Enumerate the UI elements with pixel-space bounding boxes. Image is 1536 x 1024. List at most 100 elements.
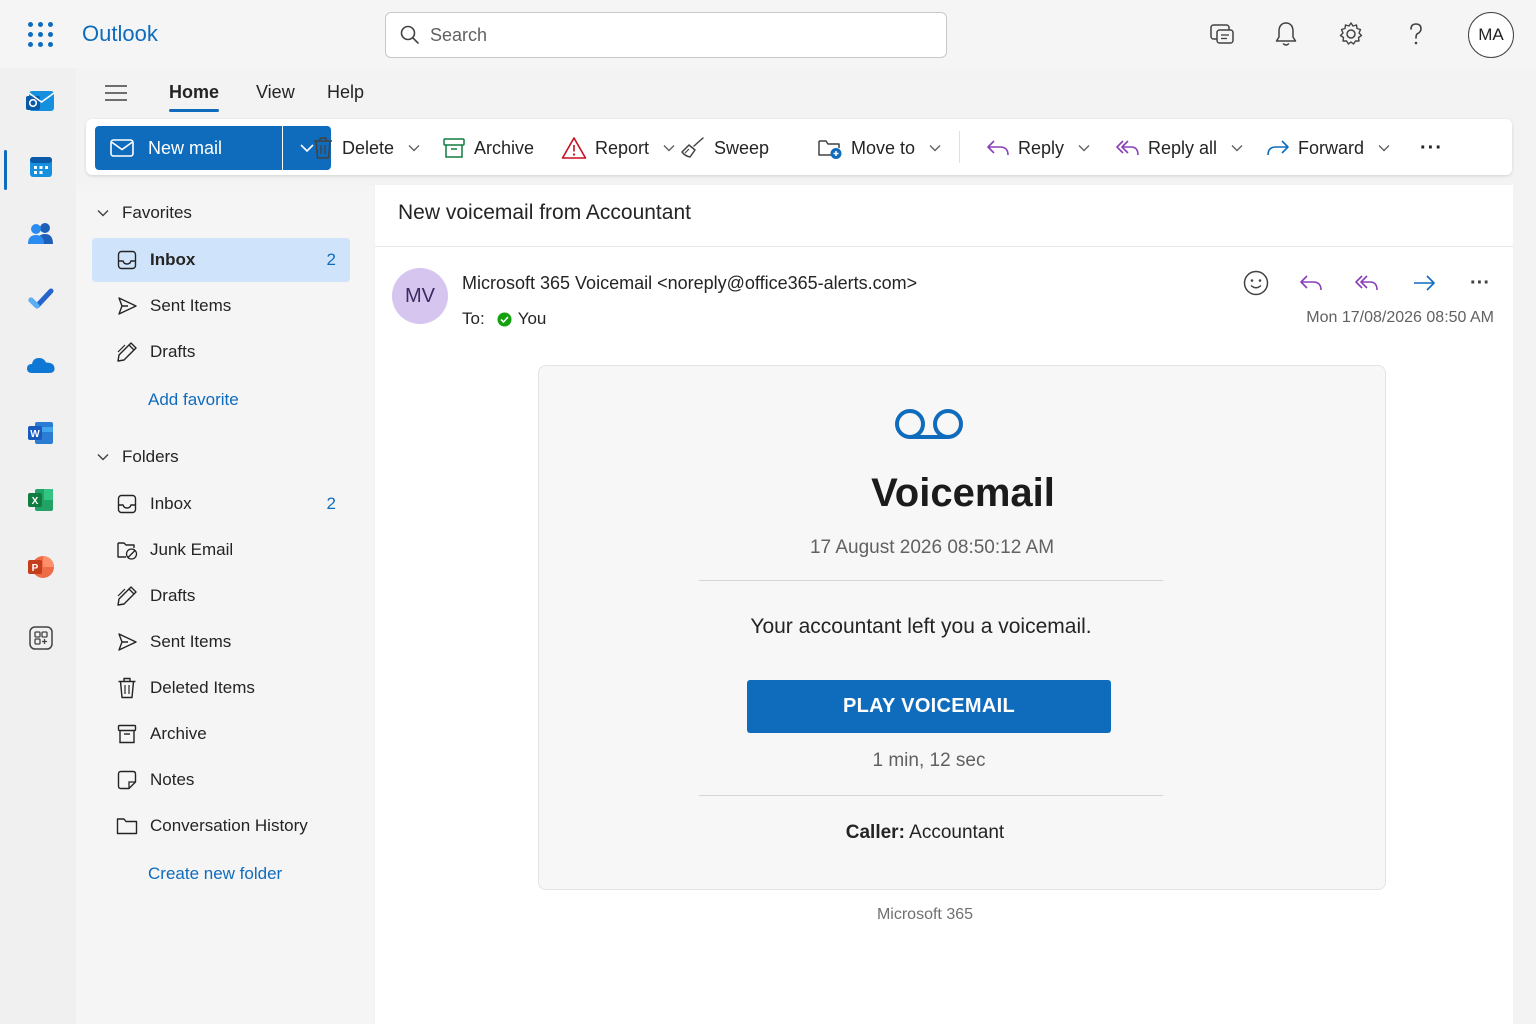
- feedback-icon[interactable]: [1206, 18, 1238, 50]
- mail-app-icon[interactable]: [22, 82, 60, 120]
- to-label: To:: [462, 309, 485, 328]
- broom-icon: [681, 137, 704, 158]
- new-mail-button[interactable]: New mail: [95, 126, 282, 170]
- rail-active-indicator: [4, 150, 7, 190]
- folder-item-notes[interactable]: Notes: [92, 758, 350, 802]
- emoji-reaction-icon[interactable]: [1242, 269, 1270, 297]
- svg-text:P: P: [32, 563, 39, 574]
- message-more-button[interactable]: ···: [1466, 269, 1494, 297]
- chevron-down-icon[interactable]: [929, 144, 941, 152]
- play-voicemail-button[interactable]: PLAY VOICEMAIL: [747, 680, 1111, 733]
- archive-label: Archive: [474, 137, 535, 158]
- folder-item-deleted[interactable]: Deleted Items: [92, 666, 350, 710]
- voicemail-timestamp: 17 August 2026 08:50:12 AM: [809, 537, 1055, 558]
- folder-item-archive[interactable]: Archive: [92, 712, 350, 756]
- excel-app-icon[interactable]: X: [22, 481, 60, 519]
- message-subject: New voicemail from Accountant: [398, 201, 691, 224]
- search-input[interactable]: [430, 24, 910, 46]
- mail-icon: [110, 139, 134, 157]
- sender-avatar[interactable]: MV: [392, 268, 448, 324]
- send-icon: [116, 295, 138, 317]
- tab-help[interactable]: Help: [327, 82, 364, 103]
- folders-header[interactable]: Folders: [96, 447, 179, 467]
- reply-button[interactable]: Reply: [986, 133, 1090, 163]
- favorites-header[interactable]: Favorites: [96, 203, 192, 223]
- svg-text:W: W: [30, 429, 40, 440]
- folder-move-icon: [818, 140, 842, 159]
- chevron-down-icon[interactable]: [1378, 144, 1390, 152]
- sweep-button[interactable]: Sweep: [680, 133, 769, 163]
- hamburger-menu-icon[interactable]: [104, 82, 128, 104]
- forward-button[interactable]: Forward: [1266, 133, 1390, 163]
- warning-icon: [561, 137, 587, 159]
- app-title[interactable]: Outlook: [82, 21, 158, 47]
- search-box[interactable]: [385, 12, 947, 58]
- reply-all-button[interactable]: Reply all: [1116, 133, 1243, 163]
- reply-all-icon[interactable]: [1353, 269, 1381, 297]
- more-options-button[interactable]: ···: [1420, 133, 1443, 163]
- forward-icon: [1267, 140, 1289, 156]
- voicemail-duration: 1 min, 12 sec: [872, 750, 986, 771]
- recipient-line: To: You: [462, 309, 546, 329]
- bell-icon[interactable]: [1270, 18, 1302, 50]
- app-launcher-icon[interactable]: [28, 22, 54, 48]
- chevron-down-icon[interactable]: [1231, 144, 1243, 152]
- recipient-name[interactable]: You: [518, 309, 547, 329]
- tab-view[interactable]: View: [256, 82, 295, 103]
- drafts-label: Drafts: [150, 586, 196, 605]
- app-rail: W X P: [0, 68, 76, 1024]
- notes-label: Notes: [150, 770, 195, 789]
- folder-item-drafts[interactable]: Drafts: [92, 574, 350, 618]
- forward-icon[interactable]: [1410, 269, 1438, 297]
- pencil-icon: [116, 585, 138, 607]
- sender-name[interactable]: Microsoft 365 Voicemail <noreply@office3…: [462, 273, 917, 294]
- more-apps-icon[interactable]: [22, 619, 60, 657]
- unread-count: 2: [326, 494, 336, 513]
- reply-all-icon: [1116, 140, 1139, 156]
- tab-home[interactable]: Home: [169, 82, 220, 112]
- reply-icon[interactable]: [1297, 269, 1325, 297]
- reply-all-label: Reply all: [1148, 137, 1218, 158]
- chevron-down-icon[interactable]: [1078, 144, 1090, 152]
- word-app-icon[interactable]: W: [22, 414, 60, 452]
- chevron-down-icon[interactable]: [663, 144, 675, 152]
- move-to-label: Move to: [851, 137, 916, 158]
- chevron-down-icon[interactable]: [408, 144, 420, 152]
- inbox-label: Inbox: [150, 494, 192, 513]
- voicemail-message: Your accountant left you a voicemail.: [750, 615, 1092, 638]
- folder-item-conversation-history[interactable]: Conversation History: [92, 804, 350, 848]
- report-button[interactable]: Report: [561, 133, 675, 163]
- archive-button[interactable]: Archive: [442, 133, 534, 163]
- archive-icon: [443, 138, 465, 158]
- people-app-icon[interactable]: [22, 214, 60, 252]
- svg-text:X: X: [32, 496, 39, 507]
- favorites-item-drafts[interactable]: Drafts: [92, 330, 350, 374]
- calendar-app-icon[interactable]: [22, 148, 60, 186]
- add-favorite-link[interactable]: Add favorite: [148, 390, 239, 410]
- folder-item-inbox[interactable]: Inbox 2: [92, 482, 350, 526]
- deleted-items-label: Deleted Items: [150, 678, 255, 697]
- favorites-item-inbox[interactable]: Inbox 2: [92, 238, 350, 282]
- move-to-button[interactable]: Move to: [817, 133, 941, 163]
- email-body-card: Voicemail 17 August 2026 08:50:12 AM You…: [538, 365, 1386, 890]
- onedrive-app-icon[interactable]: [22, 346, 60, 384]
- subject-divider: [375, 246, 1513, 247]
- inbox-label: Inbox: [150, 250, 196, 269]
- folder-item-sent[interactable]: Sent Items: [92, 620, 350, 664]
- user-avatar[interactable]: MA: [1468, 12, 1514, 58]
- folder-item-junk[interactable]: Junk Email: [92, 528, 350, 572]
- powerpoint-app-icon[interactable]: P: [22, 548, 60, 586]
- archive-icon: [116, 723, 138, 745]
- presence-available-icon: [497, 312, 512, 326]
- todo-app-icon[interactable]: [22, 280, 60, 318]
- help-icon[interactable]: [1400, 18, 1432, 50]
- favorites-heading: Favorites: [122, 203, 192, 222]
- favorites-item-sent[interactable]: Sent Items: [92, 284, 350, 328]
- caller-label: Caller:: [845, 822, 905, 843]
- delete-button[interactable]: Delete: [312, 133, 420, 163]
- create-folder-link[interactable]: Create new folder: [148, 864, 282, 884]
- gear-icon[interactable]: [1335, 18, 1367, 50]
- voicemail-title: Voicemail: [871, 471, 1055, 515]
- card-divider: [699, 795, 1163, 796]
- trash-icon: [116, 677, 138, 699]
